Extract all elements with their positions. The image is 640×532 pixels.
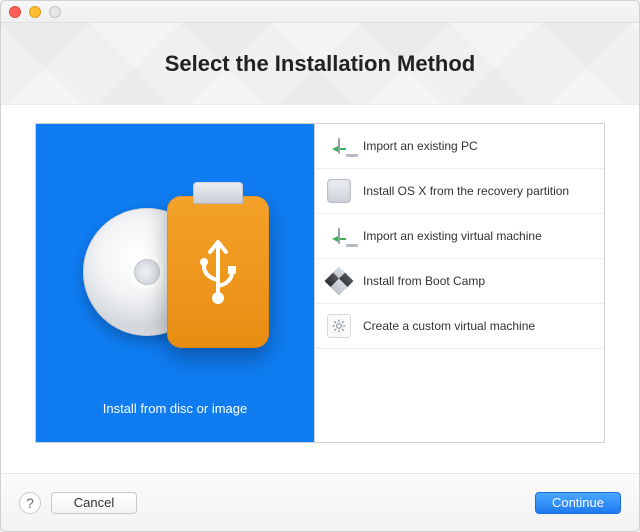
method-import-pc[interactable]: Import an existing PC (315, 124, 604, 169)
disc-usb-icon (75, 186, 275, 366)
usb-glyph-icon (192, 236, 244, 308)
method-recovery-partition[interactable]: Install OS X from the recovery partition (315, 169, 604, 214)
method-import-vm[interactable]: Import an existing virtual machine (315, 214, 604, 259)
method-list: Import an existing PC Install OS X from … (315, 123, 605, 443)
help-button[interactable]: ? (19, 492, 41, 514)
close-window-button[interactable] (9, 6, 21, 18)
window-controls (9, 6, 61, 18)
minimize-window-button[interactable] (29, 6, 41, 18)
method-custom-vm[interactable]: Create a custom virtual machine (315, 304, 604, 349)
footer: ? Cancel Continue (1, 473, 639, 531)
cancel-button[interactable]: Cancel (51, 492, 137, 514)
hdd-icon (325, 177, 353, 205)
method-boot-camp[interactable]: Install from Boot Camp (315, 259, 604, 304)
gear-doc-icon (325, 312, 353, 340)
method-label: Install OS X from the recovery partition (363, 184, 569, 199)
monitor-vm-icon (325, 222, 353, 250)
content: Install from disc or image Import an exi… (1, 105, 639, 473)
method-list-filler (315, 349, 604, 442)
zoom-window-button[interactable] (49, 6, 61, 18)
primary-method-caption: Install from disc or image (36, 401, 314, 416)
continue-button[interactable]: Continue (535, 492, 621, 514)
monitor-import-icon (325, 132, 353, 160)
installer-window: Select the Installation Method (0, 0, 640, 532)
method-label: Install from Boot Camp (363, 274, 485, 289)
titlebar (1, 1, 639, 23)
header: Select the Installation Method (1, 23, 639, 105)
bootcamp-icon (325, 267, 353, 295)
method-label: Create a custom virtual machine (363, 319, 535, 334)
method-label: Import an existing PC (363, 139, 478, 154)
page-title: Select the Installation Method (165, 51, 475, 77)
primary-method-panel[interactable]: Install from disc or image (35, 123, 315, 443)
method-label: Import an existing virtual machine (363, 229, 542, 244)
